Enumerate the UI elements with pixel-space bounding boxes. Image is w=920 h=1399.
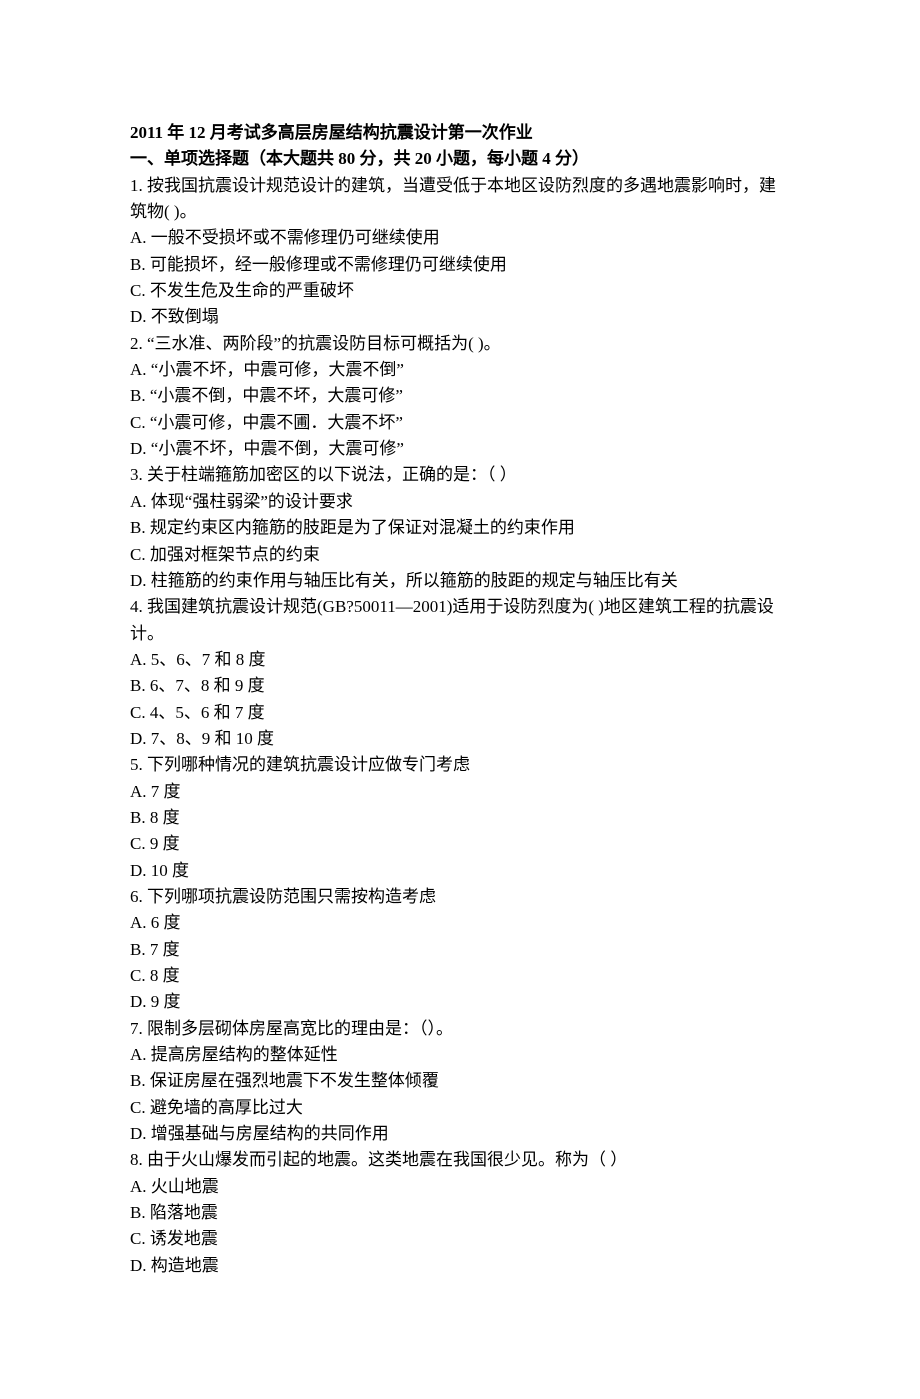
question-option: B. 8 度 — [130, 805, 790, 831]
question-option: B. 陷落地震 — [130, 1200, 790, 1226]
question-option: A. 提高房屋结构的整体延性 — [130, 1042, 790, 1068]
question-option: C. 避免墙的高厚比过大 — [130, 1095, 790, 1121]
question-option: B. 7 度 — [130, 937, 790, 963]
question-option: D. 9 度 — [130, 989, 790, 1015]
document-title: 2011 年 12 月考试多高层房屋结构抗震设计第一次作业 — [130, 120, 790, 146]
question-option: C. “小震可修，中震不圃．大震不坏” — [130, 410, 790, 436]
question-option: A. 6 度 — [130, 910, 790, 936]
question-option: C. 9 度 — [130, 831, 790, 857]
question-stem: 2. “三水准、两阶段”的抗震设防目标可概括为( )。 — [130, 331, 790, 357]
question-stem: 5. 下列哪种情况的建筑抗震设计应做专门考虑 — [130, 752, 790, 778]
question-option: A. 体现“强柱弱梁”的设计要求 — [130, 489, 790, 515]
section-header: 一、单项选择题（本大题共 80 分，共 20 小题，每小题 4 分） — [130, 146, 790, 172]
question-option: D. 7、8、9 和 10 度 — [130, 726, 790, 752]
question-option: A. 5、6、7 和 8 度 — [130, 647, 790, 673]
question-option: A. 7 度 — [130, 779, 790, 805]
question-stem: 7. 限制多层砌体房屋高宽比的理由是：（）。 — [130, 1016, 790, 1042]
question-option: C. 诱发地震 — [130, 1226, 790, 1252]
question-option: B. “小震不倒，中震不坏，大震可修” — [130, 383, 790, 409]
question-option: C. 不发生危及生命的严重破坏 — [130, 278, 790, 304]
question-stem: 4. 我国建筑抗震设计规范(GB?50011—2001)适用于设防烈度为( )地… — [130, 594, 790, 647]
question-option: A. 一般不受损坏或不需修理仍可继续使用 — [130, 225, 790, 251]
question-option: D. 柱箍筋的约束作用与轴压比有关，所以箍筋的肢距的规定与轴压比有关 — [130, 568, 790, 594]
question-option: D. 10 度 — [130, 858, 790, 884]
question-stem: 8. 由于火山爆发而引起的地震。这类地震在我国很少见。称为（ ） — [130, 1147, 790, 1173]
question-option: D. “小震不坏，中震不倒，大震可修” — [130, 436, 790, 462]
question-option: D. 构造地震 — [130, 1253, 790, 1279]
question-option: A. “小震不坏，中震可修，大震不倒” — [130, 357, 790, 383]
question-option: B. 可能损坏，经一般修理或不需修理仍可继续使用 — [130, 252, 790, 278]
question-option: D. 不致倒塌 — [130, 304, 790, 330]
question-option: B. 6、7、8 和 9 度 — [130, 673, 790, 699]
question-stem: 3. 关于柱端箍筋加密区的以下说法，正确的是：（ ） — [130, 462, 790, 488]
question-option: B. 保证房屋在强烈地震下不发生整体倾覆 — [130, 1068, 790, 1094]
question-option: D. 增强基础与房屋结构的共同作用 — [130, 1121, 790, 1147]
question-option: C. 加强对框架节点的约束 — [130, 542, 790, 568]
question-option: C. 8 度 — [130, 963, 790, 989]
question-option: B. 规定约束区内箍筋的肢距是为了保证对混凝土的约束作用 — [130, 515, 790, 541]
question-stem: 6. 下列哪项抗震设防范围只需按构造考虑 — [130, 884, 790, 910]
question-stem: 1. 按我国抗震设计规范设计的建筑，当遭受低于本地区设防烈度的多遇地震影响时，建… — [130, 173, 790, 226]
question-option: A. 火山地震 — [130, 1174, 790, 1200]
question-option: C. 4、5、6 和 7 度 — [130, 700, 790, 726]
